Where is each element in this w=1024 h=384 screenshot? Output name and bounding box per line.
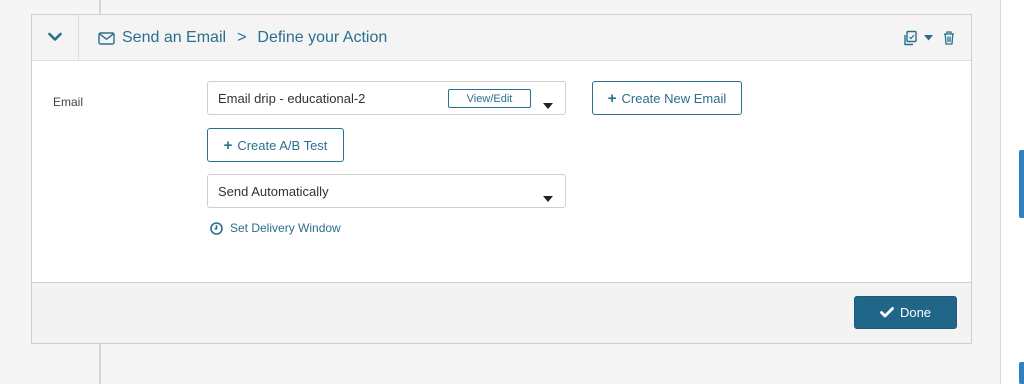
action-card: Send an Email > Define your Action Email… xyxy=(31,14,972,344)
breadcrumb-step-action[interactable]: Send an Email xyxy=(122,29,226,47)
set-delivery-window-label: Set Delivery Window xyxy=(230,221,341,235)
card-header: Send an Email > Define your Action xyxy=(32,15,971,61)
caret-down-icon[interactable] xyxy=(543,189,553,207)
collapse-button[interactable] xyxy=(32,15,79,61)
create-new-email-button[interactable]: + Create New Email xyxy=(592,81,742,115)
scroll-indicator-lower[interactable] xyxy=(1019,362,1024,384)
plus-icon: + xyxy=(223,136,233,154)
checkmark-icon xyxy=(880,307,894,318)
email-select[interactable]: Email drip - educational-2 View/Edit xyxy=(207,81,566,115)
send-mode-value: Send Automatically xyxy=(218,183,329,199)
chevron-down-icon xyxy=(48,29,62,47)
done-button[interactable]: Done xyxy=(854,296,957,329)
trash-icon[interactable] xyxy=(943,31,955,45)
copy-icon[interactable] xyxy=(902,30,918,46)
create-ab-test-label: Create A/B Test xyxy=(237,137,328,153)
view-edit-button[interactable]: View/Edit xyxy=(448,89,531,108)
header-actions xyxy=(902,15,955,61)
caret-down-icon[interactable] xyxy=(543,96,553,114)
clock-icon xyxy=(210,221,223,235)
plus-icon: + xyxy=(607,89,617,107)
mail-icon xyxy=(98,31,115,45)
set-delivery-window-link[interactable]: Set Delivery Window xyxy=(210,221,341,235)
scroll-indicator[interactable] xyxy=(1019,150,1024,218)
breadcrumb: Send an Email > Define your Action xyxy=(98,15,387,61)
card-footer: Done xyxy=(32,282,971,343)
breadcrumb-step-define: Define your Action xyxy=(257,29,388,46)
done-label: Done xyxy=(899,305,932,320)
create-ab-test-button[interactable]: + Create A/B Test xyxy=(207,128,344,162)
create-new-email-label: Create New Email xyxy=(621,90,727,106)
email-select-value: Email drip - educational-2 xyxy=(218,90,366,106)
email-label: Email xyxy=(53,95,84,109)
send-mode-select[interactable]: Send Automatically xyxy=(207,174,566,208)
caret-down-icon[interactable] xyxy=(924,35,933,41)
breadcrumb-separator: > xyxy=(237,29,247,46)
